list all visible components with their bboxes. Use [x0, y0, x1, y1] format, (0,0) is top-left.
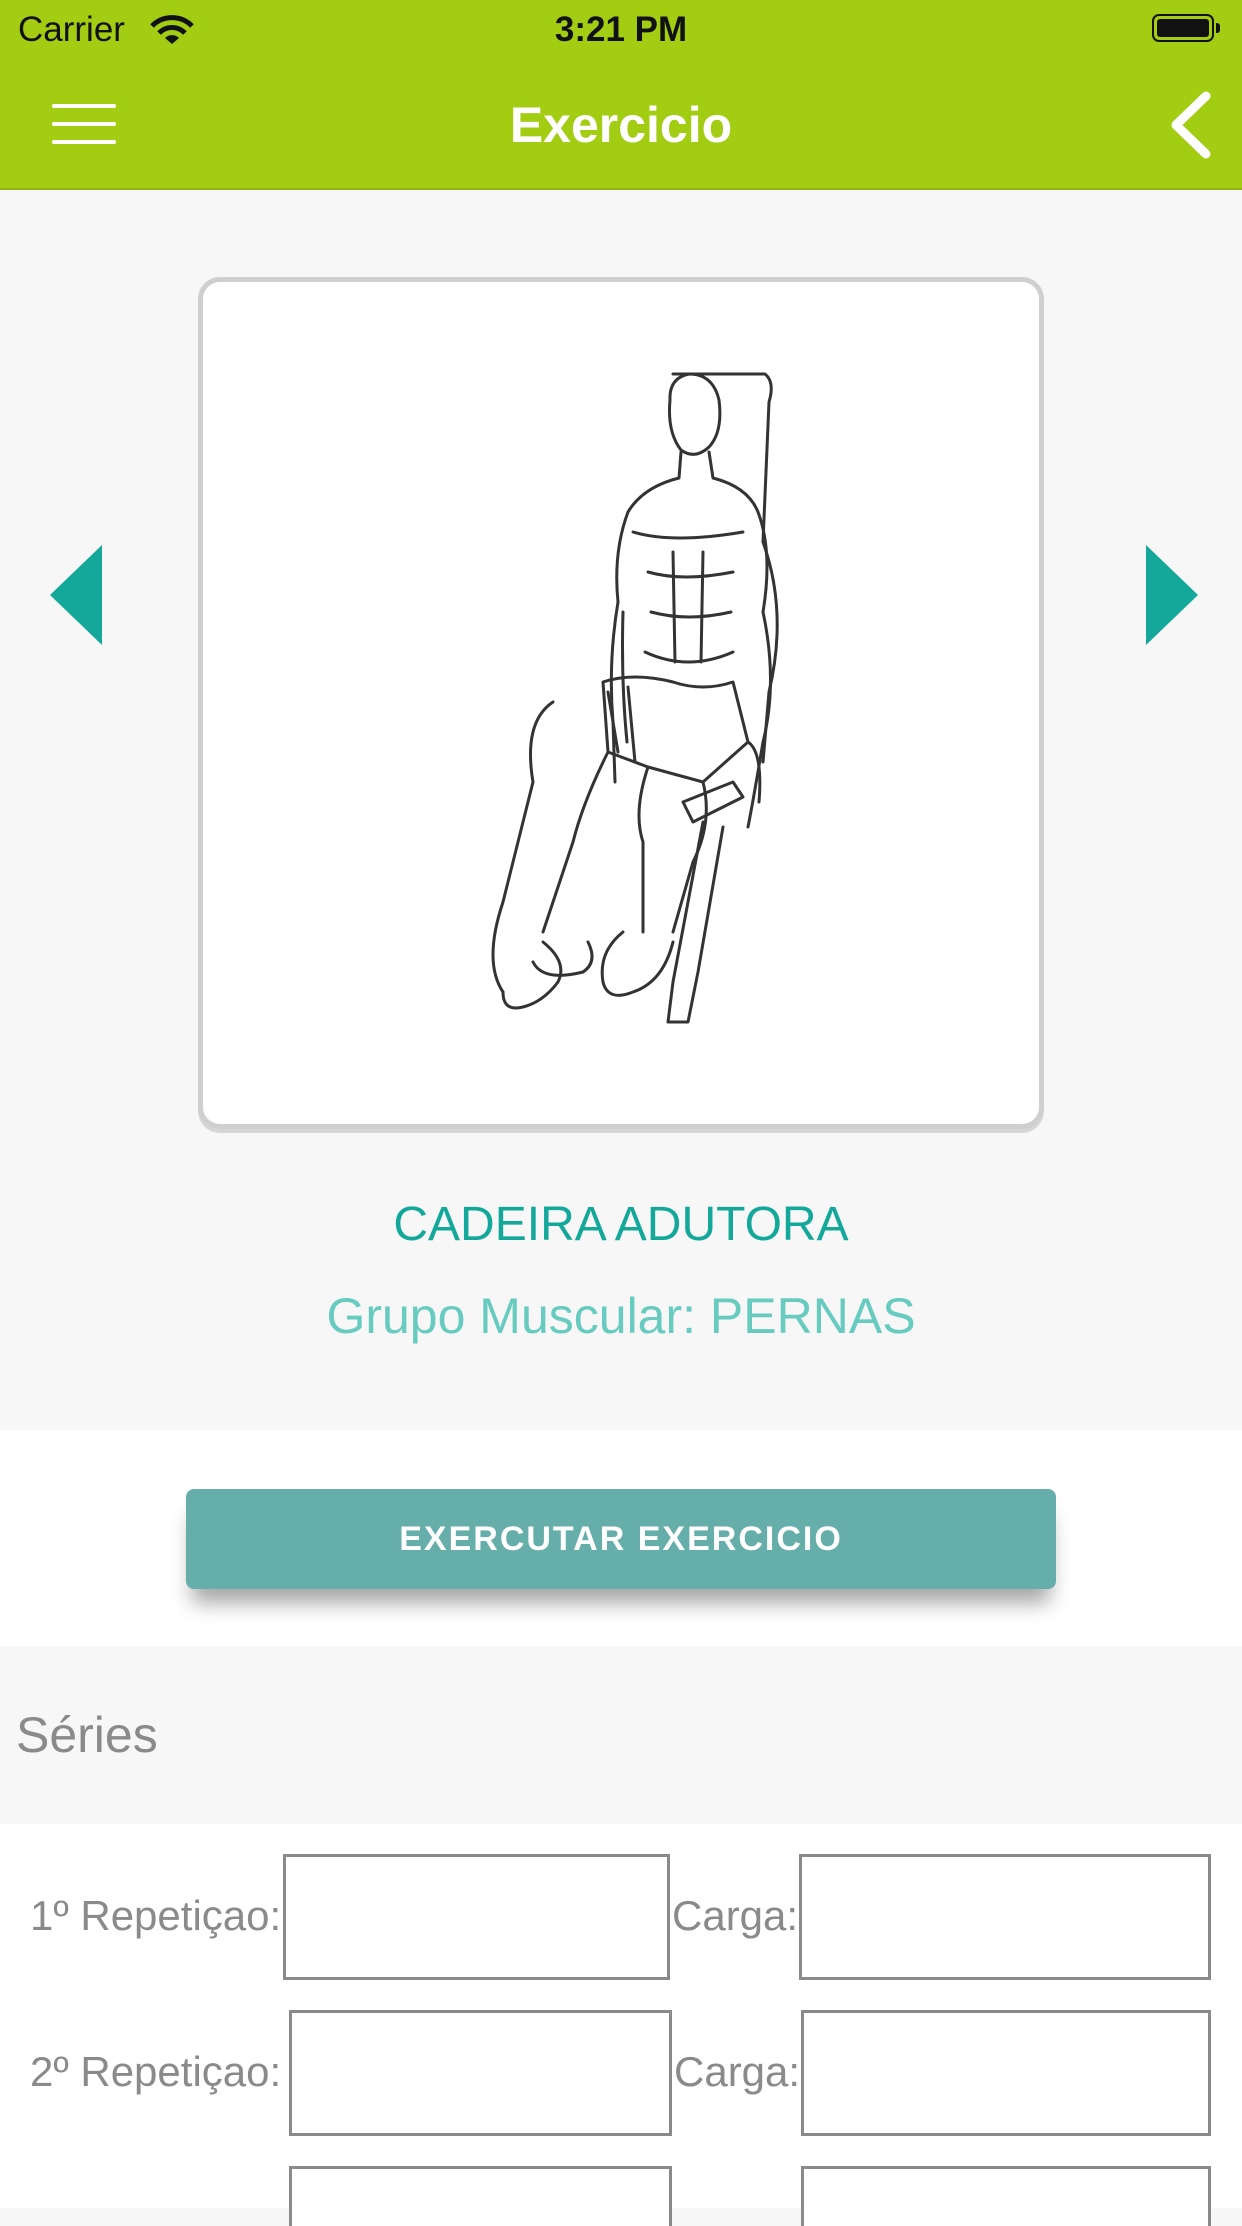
- rep-1-input[interactable]: [283, 1854, 670, 1980]
- rep-2-input[interactable]: [289, 2010, 672, 2136]
- load-2-input[interactable]: [801, 2010, 1211, 2136]
- action-area: EXERCUTAR EXERCICIO: [0, 1430, 1242, 1646]
- rep-3-input[interactable]: [289, 2166, 672, 2226]
- rep-1-label: 1º Repetiçao:: [30, 1892, 282, 1939]
- series-title: Séries: [16, 1707, 158, 1763]
- execute-exercise-button[interactable]: EXERCUTAR EXERCICIO: [186, 1489, 1056, 1589]
- load-2-label: Carga:: [674, 2048, 801, 2095]
- battery-icon: [1152, 14, 1224, 46]
- page-title: Exercicio: [509, 97, 733, 153]
- next-arrow-icon[interactable]: [1138, 545, 1198, 645]
- series-form: 1º Repetiçao: Carga: 2º Repetiçao: Carga…: [0, 1824, 1242, 2226]
- exercise-hero: CADEIRA ADUTORA Grupo Muscular: PERNAS: [0, 190, 1242, 1430]
- rep-2-label: 2º Repetiçao:: [30, 2048, 282, 2095]
- exercise-illustration: [491, 372, 779, 1024]
- muscle-group-label: Grupo Muscular: PERNAS: [326, 1288, 916, 1344]
- back-chevron-icon[interactable]: [1162, 90, 1222, 160]
- nav-bar: Exercicio: [0, 62, 1242, 190]
- series-section-header: Séries: [0, 1646, 1242, 1824]
- exercise-image-card: [198, 277, 1044, 1129]
- load-1-label: Carga:: [672, 1892, 799, 1939]
- status-bar: Carrier 3:21 PM: [0, 0, 1242, 62]
- previous-arrow-icon[interactable]: [50, 545, 110, 645]
- exercise-name: CADEIRA ADUTORA: [393, 1198, 849, 1251]
- load-1-input[interactable]: [799, 1854, 1211, 1980]
- load-3-input[interactable]: [801, 2166, 1211, 2226]
- status-time: 3:21 PM: [554, 10, 688, 49]
